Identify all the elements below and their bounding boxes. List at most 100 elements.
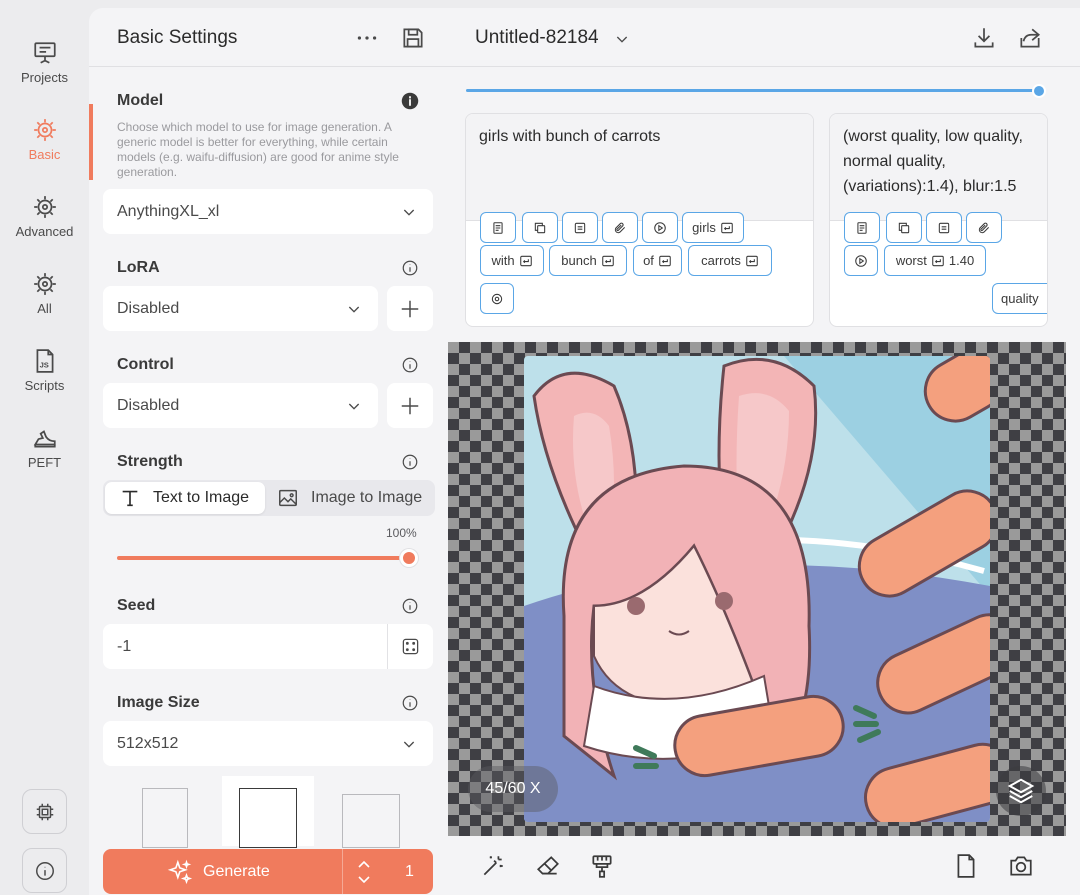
control-select[interactable]: Disabled (103, 383, 378, 428)
negative-prompt-input[interactable]: (worst quality, low quality, normal qual… (830, 114, 1047, 221)
image-size-select[interactable]: 512x512 (103, 721, 433, 766)
token-list-button[interactable] (480, 212, 516, 243)
info-icon (35, 861, 54, 880)
document-icon[interactable] (953, 853, 979, 879)
token-copy-button[interactable] (886, 212, 922, 243)
canvas-toolbar (448, 836, 1080, 895)
rail-item-basic[interactable]: Basic (0, 117, 89, 187)
step-badge[interactable]: 45/60 X (468, 766, 558, 812)
token-chip[interactable]: worst 1.40 (884, 245, 986, 276)
lora-info-icon[interactable] (401, 259, 419, 277)
control-info-icon[interactable] (401, 356, 419, 374)
svg-text:JS: JS (39, 361, 48, 370)
chevron-down-icon (348, 403, 360, 410)
main-header: Untitled-82184 (448, 8, 1080, 67)
document-title[interactable]: Untitled-82184 (475, 27, 599, 49)
projects-icon (33, 42, 56, 64)
seed-value: -1 (117, 637, 132, 655)
aspect-option-landscape[interactable] (342, 794, 400, 848)
image-to-image-option[interactable]: Image to Image (273, 482, 433, 514)
rail-item-scripts[interactable]: JS Scripts (0, 348, 89, 418)
token-chip[interactable]: carrots (688, 245, 772, 276)
active-indicator (89, 104, 93, 180)
generated-image (524, 356, 990, 822)
rail-item-advanced[interactable]: Advanced (0, 194, 89, 264)
chevron-down-icon (403, 741, 415, 748)
strength-slider-handle[interactable] (400, 549, 418, 567)
more-icon[interactable] (354, 25, 380, 51)
token-copy-button[interactable] (522, 212, 558, 243)
batch-stepper-icon[interactable] (357, 859, 371, 885)
eraser-icon[interactable] (535, 853, 561, 879)
prompt-weight-slider-handle[interactable] (1032, 84, 1046, 98)
info-button[interactable] (22, 848, 67, 893)
token-text: of (643, 253, 654, 268)
camera-icon[interactable] (1008, 853, 1034, 879)
batch-count: 1 (405, 863, 414, 880)
image-icon (279, 489, 297, 507)
add-lora-button[interactable] (387, 286, 433, 331)
layers-button[interactable] (996, 766, 1046, 816)
rail-item-peft[interactable]: PEFT (0, 425, 89, 495)
token-chip[interactable]: quality (992, 283, 1047, 314)
token-play-button[interactable] (642, 212, 678, 243)
strength-info-icon[interactable] (401, 453, 419, 471)
token-attach-button[interactable] (966, 212, 1002, 243)
add-control-button[interactable] (387, 383, 433, 428)
prompt-weight-slider-track[interactable] (466, 89, 1038, 92)
lora-select[interactable]: Disabled (103, 286, 378, 331)
text-to-image-option[interactable]: Text to Image (105, 482, 265, 514)
strength-slider-track[interactable] (117, 556, 411, 560)
model-label: Model (117, 92, 164, 109)
aspect-option-portrait[interactable] (142, 788, 188, 848)
rail-item-projects[interactable]: Projects (0, 40, 89, 110)
token-add-button[interactable] (480, 283, 514, 314)
token-format-button[interactable] (926, 212, 962, 243)
plus-icon (401, 300, 419, 317)
token-chip[interactable]: bunch (549, 245, 627, 276)
system-button[interactable] (22, 789, 67, 834)
share-icon[interactable] (1017, 25, 1043, 51)
enter-icon (601, 255, 614, 266)
target-icon (491, 293, 503, 304)
token-list-button[interactable] (844, 212, 880, 243)
token-play-button[interactable] (844, 245, 878, 276)
chip-icon (36, 803, 53, 820)
magic-wand-icon[interactable] (480, 853, 506, 879)
generate-divider (342, 849, 343, 894)
rail-item-all[interactable]: All (0, 271, 89, 341)
download-icon[interactable] (971, 25, 997, 51)
image-canvas[interactable]: 45/60 X (448, 342, 1066, 836)
enter-icon (519, 255, 532, 266)
lora-select-value: Disabled (117, 299, 180, 317)
aspect-option-square[interactable] (239, 788, 297, 848)
paint-roller-icon[interactable] (589, 853, 615, 879)
save-icon[interactable] (400, 25, 426, 51)
token-chip[interactable]: with (480, 245, 544, 276)
rail-label-projects: Projects (21, 70, 68, 85)
panel-header: Basic Settings (89, 8, 448, 67)
lora-label: LoRA (117, 259, 160, 276)
seed-info-icon[interactable] (401, 597, 419, 615)
model-info-icon[interactable] (401, 92, 419, 110)
chevron-down-icon[interactable] (614, 31, 630, 47)
main-area: Untitled-82184 girls with bunch of carro… (448, 8, 1080, 895)
seed-divider (387, 624, 388, 669)
token-chip[interactable]: girls (682, 212, 744, 243)
copy-icon (898, 222, 910, 233)
positive-prompt-input[interactable]: girls with bunch of carrots (466, 114, 813, 221)
paperclip-icon (978, 222, 990, 233)
token-text: bunch (561, 253, 597, 268)
rail-label-scripts: Scripts (24, 378, 65, 393)
dice-icon[interactable] (401, 637, 420, 656)
token-chip[interactable]: of (633, 245, 682, 276)
generate-button[interactable]: Generate 1 (103, 849, 433, 894)
plus-icon (401, 397, 419, 414)
seed-input[interactable]: -1 (103, 624, 433, 669)
generate-label-wrap: Generate (167, 849, 270, 894)
model-select[interactable]: AnythingXL_xl (103, 189, 433, 234)
token-attach-button[interactable] (602, 212, 638, 243)
model-select-value: AnythingXL_xl (117, 202, 220, 220)
image-size-info-icon[interactable] (401, 694, 419, 712)
token-format-button[interactable] (562, 212, 598, 243)
